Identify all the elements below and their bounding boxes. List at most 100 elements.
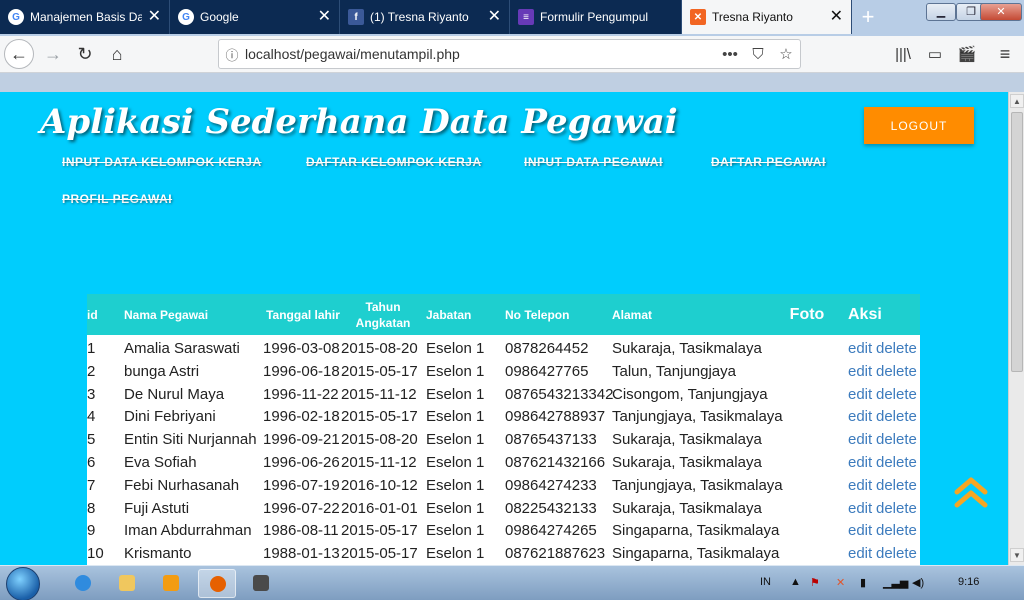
scroll-down-icon[interactable]: ▼ bbox=[1010, 548, 1024, 562]
forward-button[interactable]: → bbox=[38, 39, 68, 69]
taskbar-ie[interactable] bbox=[64, 569, 102, 598]
xampp-tray-icon[interactable]: ✕ bbox=[836, 576, 845, 589]
taskbar-media-player[interactable] bbox=[152, 569, 190, 598]
delete-link[interactable]: delete bbox=[876, 340, 917, 357]
close-tab-icon[interactable]: ✕ bbox=[318, 9, 331, 25]
cell-nama: Iman Abdurrahman bbox=[124, 522, 252, 540]
delete-link[interactable]: delete bbox=[876, 386, 917, 403]
menu-input-kelompok-kerja[interactable]: INPUT DATA KELOMPOK KERJA bbox=[62, 155, 262, 169]
volume-icon[interactable]: ◀) bbox=[912, 576, 924, 589]
edit-link[interactable]: edit bbox=[848, 386, 872, 403]
page-scrollbar[interactable]: ▲ ▼ bbox=[1008, 92, 1024, 565]
url-text[interactable]: localhost/pegawai/menutampil.php bbox=[245, 46, 716, 62]
menu-profil-pegawai[interactable]: PROFIL PEGAWAI bbox=[62, 192, 172, 206]
edit-link[interactable]: edit bbox=[848, 408, 872, 425]
new-tab-button[interactable]: + bbox=[855, 4, 881, 30]
taskbar-firefox[interactable] bbox=[198, 569, 236, 598]
taskbar-explorer[interactable] bbox=[108, 569, 146, 598]
edit-link[interactable]: edit bbox=[848, 340, 872, 357]
tab-facebook[interactable]: f (1) Tresna Riyanto ✕ bbox=[340, 0, 510, 34]
edit-link[interactable]: edit bbox=[848, 477, 872, 494]
start-button[interactable] bbox=[6, 567, 40, 600]
cell-alamat: Singaparna, Tasikmalaya bbox=[612, 545, 780, 563]
taskbar-sublime[interactable] bbox=[242, 569, 280, 598]
battery-icon[interactable]: ▮ bbox=[860, 576, 866, 589]
cell-id: 9 bbox=[87, 522, 96, 540]
tray-expand-icon[interactable]: ▲ bbox=[790, 576, 801, 588]
facebook-icon: f bbox=[348, 9, 364, 25]
network-signal-icon[interactable]: ▁▃▅ bbox=[883, 576, 908, 589]
cell-tanggal-lahir: 1986-08-11 bbox=[263, 522, 339, 540]
cell-tahun-angkatan: 2015-08-20 bbox=[341, 340, 418, 357]
sidebar-button[interactable]: ▭ bbox=[920, 39, 950, 69]
library-button[interactable]: |||\ bbox=[888, 39, 918, 69]
delete-link[interactable]: delete bbox=[876, 363, 917, 380]
delete-link[interactable]: delete bbox=[876, 431, 917, 448]
cell-id: 7 bbox=[87, 476, 96, 494]
cell-tanggal-lahir: 1996-09-21 bbox=[263, 431, 340, 449]
edit-link[interactable]: edit bbox=[848, 522, 872, 539]
page-actions-icon[interactable]: ••• bbox=[716, 46, 744, 63]
cell-id: 8 bbox=[87, 499, 96, 517]
cell-nama: Amalia Saraswati bbox=[124, 340, 240, 357]
clock[interactable]: 9:16 bbox=[958, 576, 979, 588]
edit-link[interactable]: edit bbox=[848, 431, 872, 448]
close-tab-icon[interactable]: ✕ bbox=[148, 9, 161, 25]
address-bar[interactable]: ⓘ localhost/pegawai/menutampil.php ••• ⛉… bbox=[218, 39, 801, 69]
edit-link[interactable]: edit bbox=[848, 545, 872, 562]
cell-nama: bunga Astri bbox=[124, 362, 200, 380]
tab-tresna-riyanto-active[interactable]: ✕ Tresna Riyanto ✕ bbox=[682, 0, 852, 34]
table-row: 8 Fuji Astuti 1996-07-22 2016-01-01 Eselon 1… bbox=[87, 497, 920, 520]
scroll-up-icon[interactable]: ▲ bbox=[1010, 94, 1024, 108]
menu-daftar-pegawai[interactable]: DAFTAR PEGAWAI bbox=[711, 155, 826, 169]
menu-button[interactable]: ≡ bbox=[990, 39, 1020, 69]
hamburger-menu-icon: ≡ bbox=[999, 43, 1011, 64]
delete-link[interactable]: delete bbox=[876, 454, 917, 471]
menu-daftar-kelompok-kerja[interactable]: DAFTAR KELOMPOK KERJA bbox=[306, 155, 482, 169]
delete-link[interactable]: delete bbox=[876, 500, 917, 517]
cell-tanggal-lahir: 1996-06-18 bbox=[263, 362, 340, 380]
minimize-button[interactable]: ▁ bbox=[926, 3, 956, 21]
table-header: id Nama Pegawai Tanggal lahir Tahun Angk… bbox=[87, 294, 920, 335]
back-to-top-icon[interactable] bbox=[951, 472, 991, 512]
cell-tahun-angkatan: 2015-11-12 bbox=[341, 454, 417, 471]
tab-title: (1) Tresna Riyanto bbox=[370, 10, 469, 24]
close-window-button[interactable]: ✕ bbox=[980, 3, 1022, 21]
windows-taskbar: IN ▲ ⚑ ✕ ▮ ▁▃▅ ◀) 9:16 bbox=[0, 565, 1024, 600]
header-alamat: Alamat bbox=[612, 307, 653, 322]
close-tab-icon[interactable]: ✕ bbox=[830, 9, 843, 25]
logout-button[interactable]: LOGOUT bbox=[864, 107, 974, 144]
delete-link[interactable]: delete bbox=[876, 522, 917, 539]
cell-alamat: Sukaraja, Tasikmalaya bbox=[612, 431, 762, 449]
scrollbar-thumb[interactable] bbox=[1011, 112, 1023, 372]
close-tab-icon[interactable]: ✕ bbox=[488, 9, 501, 25]
bookmark-star-icon[interactable]: ☆ bbox=[772, 45, 800, 63]
edit-link[interactable]: edit bbox=[848, 500, 872, 517]
tab-google[interactable]: G Google ✕ bbox=[170, 0, 340, 34]
edit-link[interactable]: edit bbox=[848, 363, 872, 380]
delete-link[interactable]: delete bbox=[876, 408, 917, 425]
header-telepon: No Telepon bbox=[505, 307, 570, 322]
back-button[interactable]: ← bbox=[4, 39, 34, 69]
cell-nama: Krismanto bbox=[124, 545, 192, 563]
menu-input-data-pegawai[interactable]: INPUT DATA PEGAWAI bbox=[524, 155, 663, 169]
cell-telepon: 0986427765 bbox=[505, 362, 589, 380]
google-icon: G bbox=[8, 9, 24, 25]
pocket-icon[interactable]: ⛉ bbox=[744, 46, 772, 63]
delete-link[interactable]: delete bbox=[876, 545, 917, 562]
forms-icon: ≡ bbox=[518, 9, 534, 25]
tab-strip: G Manajemen Basis Da ✕ G Google ✕ f (1) … bbox=[0, 0, 1024, 36]
home-button[interactable]: ⌂ bbox=[102, 39, 132, 69]
tab-manajemen-basis-data[interactable]: G Manajemen Basis Da ✕ bbox=[0, 0, 170, 34]
tab-formulir[interactable]: ≡ Formulir Pengumpul bbox=[510, 0, 682, 34]
reload-button[interactable]: ↻ bbox=[70, 39, 100, 69]
screenshot-button[interactable]: 🎬 bbox=[952, 39, 982, 69]
table-row: 3 De Nurul Maya 1996-11-22 2015-11-12 Eselon… bbox=[87, 383, 920, 406]
action-center-icon[interactable]: ⚑ bbox=[810, 576, 820, 589]
edit-link[interactable]: edit bbox=[848, 454, 872, 471]
cell-nama: De Nurul Maya bbox=[124, 385, 225, 403]
cell-tanggal-lahir: 1996-03-08 bbox=[263, 340, 340, 357]
info-icon[interactable]: ⓘ bbox=[219, 45, 245, 64]
delete-link[interactable]: delete bbox=[876, 477, 917, 494]
language-indicator[interactable]: IN bbox=[760, 576, 771, 588]
